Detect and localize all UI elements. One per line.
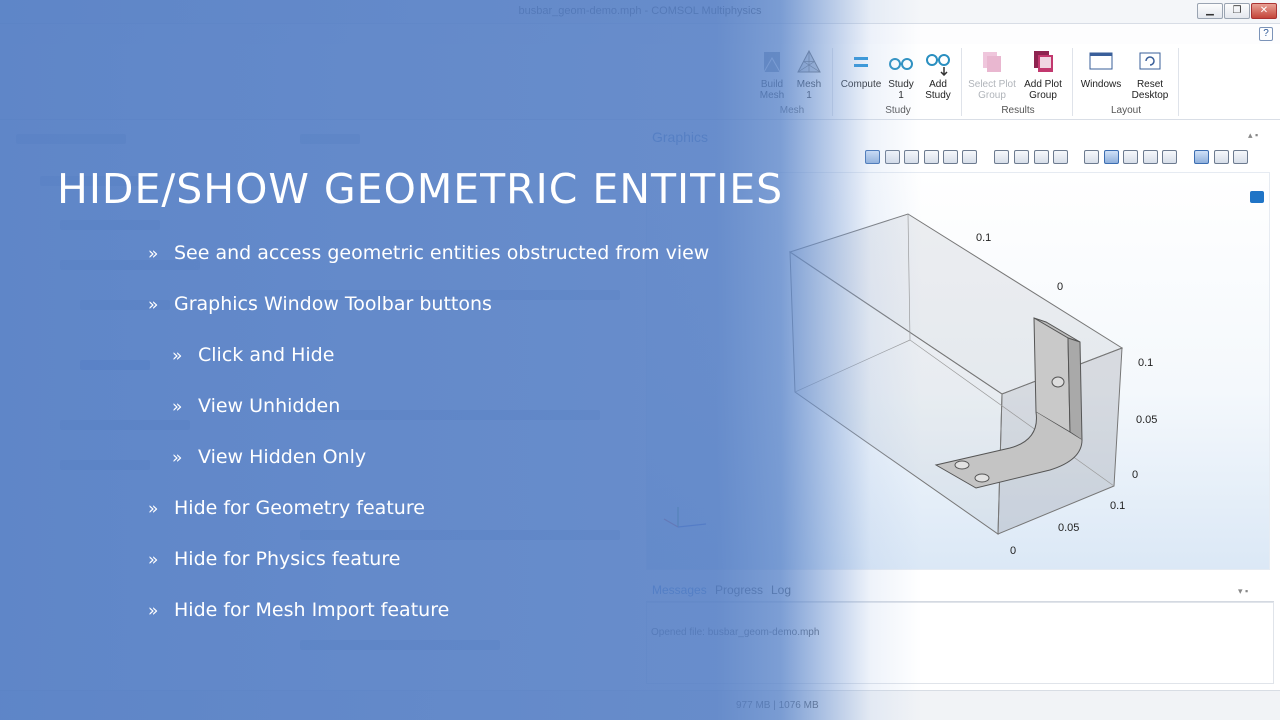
axis-tick-bottom-0: 0 <box>1010 545 1016 557</box>
chevron-icon: » <box>148 295 159 315</box>
chevron-icon: » <box>148 550 159 570</box>
chevron-icon: » <box>172 397 183 417</box>
messages-text: Opened file: busbar_geom-demo.mph <box>651 627 820 638</box>
bullet-item: » See and access geometric entities obstr… <box>148 242 709 264</box>
messages-pin-icon[interactable]: ▾ ▪ <box>1238 586 1248 597</box>
tab-progress[interactable]: Progress <box>715 583 763 597</box>
chevron-icon: » <box>148 244 159 264</box>
chevron-icon: » <box>148 499 159 519</box>
axis-tick-top-0: 0 <box>1057 281 1063 293</box>
axis-triad-icon <box>663 507 707 528</box>
axis-tick-right-0.1: 0.1 <box>1138 357 1153 369</box>
tab-log[interactable]: Log <box>771 583 791 597</box>
axis-tick-right-0: 0 <box>1132 469 1138 481</box>
bullet-text: Click and Hide <box>198 344 335 366</box>
bullet-item: » Hide for Mesh Import feature <box>148 599 449 621</box>
chevron-icon: » <box>172 346 183 366</box>
axis-tick-bottom-0.1: 0.1 <box>1110 500 1125 512</box>
bullet-text: Hide for Physics feature <box>174 548 401 570</box>
messages-body: Opened file: busbar_geom-demo.mph <box>646 602 1274 684</box>
chevron-icon: » <box>172 448 183 468</box>
bullet-item: » Hide for Geometry feature <box>148 497 425 519</box>
axis-tick-right-0.05: 0.05 <box>1136 414 1157 426</box>
bullet-text: Graphics Window Toolbar buttons <box>174 293 492 315</box>
messages-tabbar: Messages Progress Log <box>646 580 1274 602</box>
status-bar: 977 MB | 1076 MB <box>0 690 1280 720</box>
axis-tick-top-0.1: 0.1 <box>976 232 991 244</box>
bullet-item: » Hide for Physics feature <box>148 548 400 570</box>
sub-bullet-item: » Click and Hide <box>172 344 334 366</box>
bullet-text: Hide for Mesh Import feature <box>174 599 450 621</box>
memory-status: 977 MB | 1076 MB <box>736 700 819 711</box>
chevron-icon: » <box>148 601 159 621</box>
bullet-text: View Hidden Only <box>198 446 367 468</box>
bullet-text: Hide for Geometry feature <box>174 497 425 519</box>
bullet-item: » Graphics Window Toolbar buttons <box>148 293 492 315</box>
sub-bullet-item: » View Unhidden <box>172 395 340 417</box>
axis-tick-bottom-0.05: 0.05 <box>1058 522 1079 534</box>
sub-bullet-item: » View Hidden Only <box>172 446 366 468</box>
bullet-text: View Unhidden <box>198 395 341 417</box>
bullet-text: See and access geometric entities obstru… <box>174 242 710 264</box>
slide-title: HIDE/SHOW GEOMETRIC ENTITIES <box>57 165 784 213</box>
tab-messages[interactable]: Messages <box>652 583 707 597</box>
